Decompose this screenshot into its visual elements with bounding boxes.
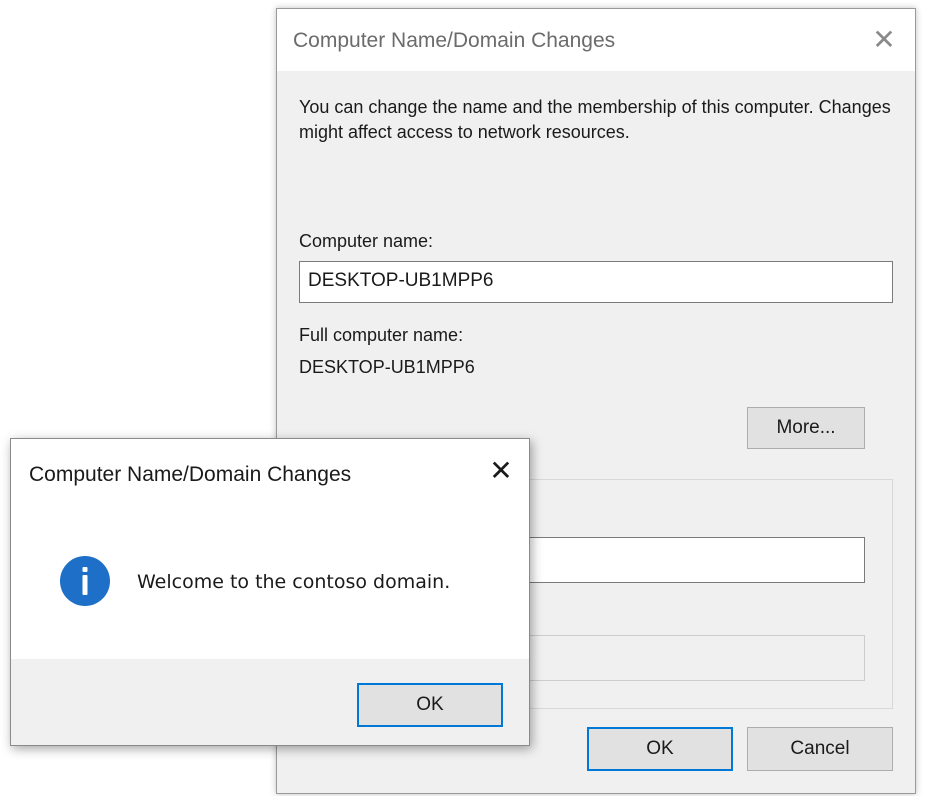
dialog-titlebar: Computer Name/Domain Changes ✕ <box>277 9 915 71</box>
info-icon <box>60 556 110 606</box>
more-button[interactable]: More... <box>747 407 865 449</box>
message-box-title: Computer Name/Domain Changes <box>29 463 352 486</box>
full-computer-name-label: Full computer name: <box>299 325 464 345</box>
computer-name-input[interactable]: DESKTOP-UB1MPP6 <box>299 261 893 303</box>
workgroup-input <box>477 635 865 681</box>
computer-name-label: Computer name: <box>299 231 434 251</box>
cancel-button[interactable]: Cancel <box>747 727 893 771</box>
message-ok-button[interactable]: OK <box>357 683 503 727</box>
close-icon[interactable]: ✕ <box>867 23 901 57</box>
full-computer-name-value: DESKTOP-UB1MPP6 <box>299 357 475 377</box>
dialog-description: You can change the name and the membersh… <box>299 97 891 142</box>
domain-input[interactable] <box>477 537 865 583</box>
ok-button[interactable]: OK <box>587 727 733 771</box>
close-icon[interactable]: ✕ <box>483 453 519 489</box>
screen: Computer Name/Domain Changes ✕ You can c… <box>0 0 926 796</box>
message-box-footer: OK <box>11 659 529 745</box>
dialog-title: Computer Name/Domain Changes <box>293 29 616 52</box>
welcome-message-box: Computer Name/Domain Changes ✕ Welcome t… <box>10 438 530 746</box>
welcome-message: Welcome to the contoso domain. <box>137 571 451 593</box>
